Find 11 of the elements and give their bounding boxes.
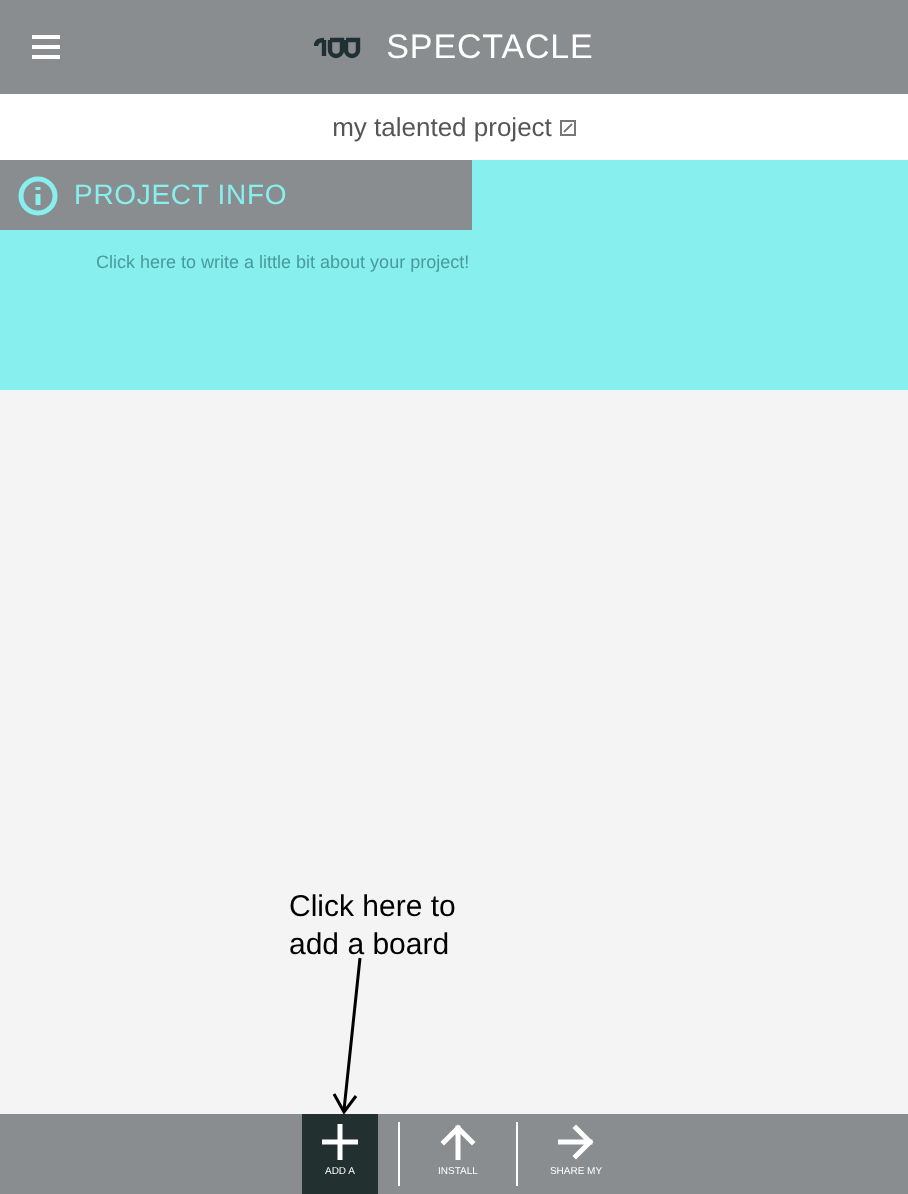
menu-icon[interactable] [32, 34, 60, 60]
up-arrow-icon [440, 1124, 476, 1160]
right-arrow-icon [558, 1124, 594, 1160]
plus-icon [322, 1124, 358, 1160]
edit-icon[interactable] [559, 119, 576, 135]
description-field[interactable]: Click here to write a little bit about your project! [96, 250, 856, 277]
project-name[interactable]: my talented project [332, 107, 552, 147]
info-icon [18, 175, 58, 215]
app-title: SPECTACLE [386, 25, 594, 70]
info-title: PROJECT INFO [74, 176, 288, 214]
annotation-text: Click here to add a board [289, 888, 458, 964]
